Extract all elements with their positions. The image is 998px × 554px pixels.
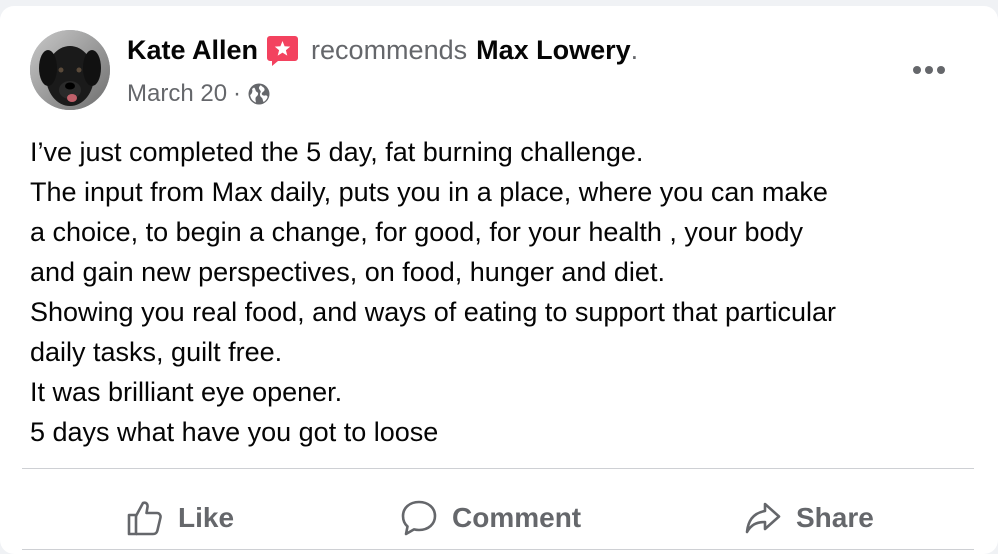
post-text-line: It was brilliant eye opener. xyxy=(30,377,343,407)
share-label: Share xyxy=(796,502,874,533)
post-text-line: The input from Max daily, puts you in a … xyxy=(30,177,828,207)
post-date[interactable]: March 20 xyxy=(127,80,227,108)
comment-button[interactable]: Comment xyxy=(400,488,581,548)
page-name[interactable]: Max Lowery xyxy=(476,35,631,66)
share-button[interactable]: Share xyxy=(744,488,874,548)
post-meta: March 20 · xyxy=(127,80,271,108)
post-card: Kate Allen recommends Max Lowery . March… xyxy=(0,6,998,554)
dog-photo xyxy=(30,30,110,110)
post-text-line: and gain new perspectives, on food, hung… xyxy=(30,257,665,287)
globe-icon[interactable] xyxy=(247,82,271,106)
recommend-icon xyxy=(266,34,299,67)
post-text-line: a choice, to begin a change, for good, f… xyxy=(30,217,804,247)
more-options-button[interactable] xyxy=(900,50,958,90)
post-text-line: Showing you real food, and ways of eatin… xyxy=(30,297,836,327)
author-name[interactable]: Kate Allen xyxy=(127,35,258,66)
actions-divider-top xyxy=(22,468,974,469)
comment-label: Comment xyxy=(452,502,582,533)
post-text-line: I’ve just completed the 5 day, fat burni… xyxy=(30,137,644,167)
avatar[interactable] xyxy=(30,30,110,110)
like-label: Like xyxy=(178,502,235,533)
ellipsis-icon xyxy=(913,66,945,74)
post-text-line: daily tasks, guilt free. xyxy=(30,337,283,367)
recommend-verb: recommends xyxy=(311,35,468,65)
thumbs-up-icon xyxy=(127,501,162,536)
header-period: . xyxy=(630,35,639,65)
like-button[interactable]: Like xyxy=(126,488,234,548)
comment-icon xyxy=(401,500,437,536)
meta-separator: · xyxy=(233,80,242,107)
post-header: Kate Allen recommends Max Lowery . xyxy=(127,34,638,67)
action-bar: Like Comment Share xyxy=(22,488,974,548)
post-text-line: 5 days what have you got to loose xyxy=(30,417,439,447)
actions-divider-bottom xyxy=(22,549,974,550)
share-arrow-icon xyxy=(745,502,781,534)
post-body: I’ve just completed the 5 day, fat burni… xyxy=(30,132,980,452)
